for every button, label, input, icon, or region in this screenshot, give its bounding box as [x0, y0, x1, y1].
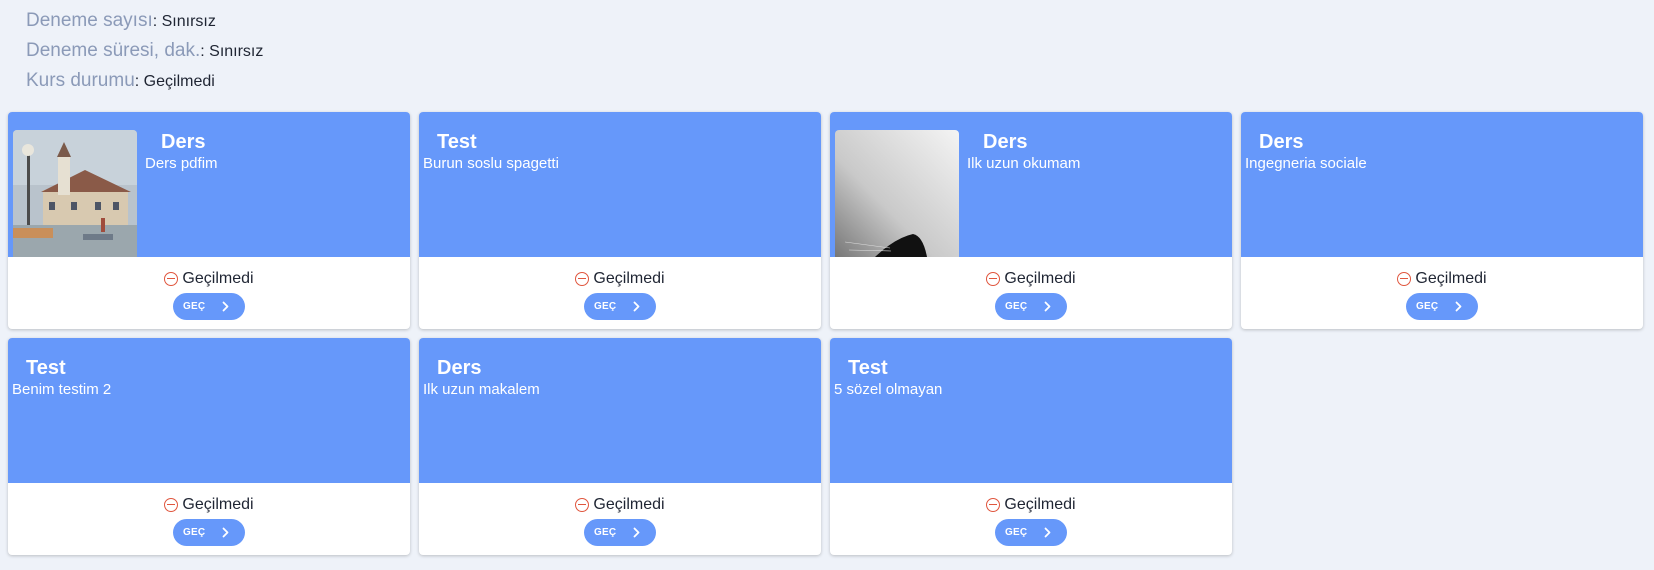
card-header: Test 5 sözel olmayan	[830, 338, 1232, 483]
lesson-card: Test 5 sözel olmayan Geçilmedi GEÇ	[830, 338, 1232, 555]
status-text: Geçilmedi	[1004, 270, 1076, 287]
go-button[interactable]: GEÇ	[995, 519, 1067, 546]
minus-circle-icon	[164, 498, 179, 512]
card-title: Ilk uzun makalem	[423, 381, 540, 398]
go-button-label: GEÇ	[1005, 301, 1028, 312]
chevron-right-icon	[631, 301, 642, 312]
card-title: Benim testim 2	[12, 381, 112, 398]
card-type: Ders	[437, 357, 482, 379]
card-header: Test Benim testim 2	[8, 338, 410, 483]
duration-value: : Sınırsız	[200, 43, 264, 60]
card-type: Ders	[161, 131, 206, 153]
card-title: Ingegneria sociale	[1245, 155, 1367, 172]
card-footer: Geçilmedi GEÇ	[830, 483, 1232, 555]
minus-circle-icon	[986, 272, 1001, 286]
card-heading: Test 5 sözel olmayan	[830, 338, 942, 483]
go-button-label: GEÇ	[183, 301, 206, 312]
go-button[interactable]: GEÇ	[584, 519, 656, 546]
course-info: Deneme sayısı: Sınırsız Deneme süresi, d…	[26, 6, 263, 96]
card-thumbnail	[835, 130, 959, 257]
card-footer: Geçilmedi GEÇ	[419, 483, 821, 555]
minus-circle-icon	[1397, 272, 1412, 286]
lesson-card-grid: Ders Ders pdfim Geçilmedi GEÇ Test Burun…	[8, 112, 1643, 555]
card-title: Burun soslu spagetti	[423, 155, 559, 172]
card-heading: Test Benim testim 2	[8, 338, 111, 483]
attempts-value: : Sınırsız	[152, 13, 216, 30]
lesson-card: Test Burun soslu spagetti Geçilmedi GEÇ	[419, 112, 821, 329]
card-header: Ders Ilk uzun makalem	[419, 338, 821, 483]
attempts-row: Deneme sayısı: Sınırsız	[26, 6, 263, 36]
status-text: Geçilmedi	[1004, 496, 1076, 513]
card-heading: Ders Ders pdfim	[137, 112, 218, 257]
course-status-label: Kurs durumu	[26, 70, 135, 91]
chevron-right-icon	[1042, 527, 1053, 538]
status-text: Geçilmedi	[1415, 270, 1487, 287]
card-status: Geçilmedi	[986, 495, 1076, 515]
card-status: Geçilmedi	[164, 495, 254, 515]
minus-circle-icon	[986, 498, 1001, 512]
chevron-right-icon	[220, 527, 231, 538]
card-title: 5 sözel olmayan	[834, 381, 943, 398]
lesson-card: Ders Ingegneria sociale Geçilmedi GEÇ	[1241, 112, 1643, 329]
card-type: Ders	[1259, 131, 1304, 153]
card-status: Geçilmedi	[575, 495, 665, 515]
course-status-value: : Geçilmedi	[134, 73, 215, 90]
status-text: Geçilmedi	[182, 496, 254, 513]
card-title: Ders pdfim	[145, 155, 218, 172]
minus-circle-icon	[575, 272, 590, 286]
card-header: Ders Ilk uzun okumam	[830, 112, 1232, 257]
card-footer: Geçilmedi GEÇ	[8, 483, 410, 555]
duration-row: Deneme süresi, dak.: Sınırsız	[26, 36, 263, 66]
card-type: Test	[848, 357, 888, 379]
card-header: Ders Ingegneria sociale	[1241, 112, 1643, 257]
go-button-label: GEÇ	[1005, 527, 1028, 538]
go-button[interactable]: GEÇ	[584, 293, 656, 320]
card-footer: Geçilmedi GEÇ	[8, 257, 410, 329]
go-button[interactable]: GEÇ	[173, 293, 245, 320]
card-status: Geçilmedi	[1397, 269, 1487, 289]
chevron-right-icon	[220, 301, 231, 312]
chevron-right-icon	[1453, 301, 1464, 312]
card-footer: Geçilmedi GEÇ	[830, 257, 1232, 329]
lesson-card: Test Benim testim 2 Geçilmedi GEÇ	[8, 338, 410, 555]
minus-circle-icon	[575, 498, 590, 512]
lesson-card: Ders Ilk uzun makalem Geçilmedi GEÇ	[419, 338, 821, 555]
go-button[interactable]: GEÇ	[1406, 293, 1478, 320]
card-heading: Ders Ilk uzun okumam	[959, 112, 1080, 257]
card-type: Test	[26, 357, 66, 379]
card-footer: Geçilmedi GEÇ	[1241, 257, 1643, 329]
card-header: Ders Ders pdfim	[8, 112, 410, 257]
lesson-card: Ders Ilk uzun okumam Geçilmedi GEÇ	[830, 112, 1232, 329]
go-button[interactable]: GEÇ	[173, 519, 245, 546]
card-status: Geçilmedi	[164, 269, 254, 289]
attempts-label: Deneme sayısı	[26, 10, 153, 31]
lesson-card: Ders Ders pdfim Geçilmedi GEÇ	[8, 112, 410, 329]
card-footer: Geçilmedi GEÇ	[419, 257, 821, 329]
go-button[interactable]: GEÇ	[995, 293, 1067, 320]
go-button-label: GEÇ	[1416, 301, 1439, 312]
minus-circle-icon	[164, 272, 179, 286]
card-thumbnail	[13, 130, 137, 257]
duration-label: Deneme süresi, dak.	[26, 40, 201, 61]
card-header: Test Burun soslu spagetti	[419, 112, 821, 257]
go-button-label: GEÇ	[594, 527, 617, 538]
card-title: Ilk uzun okumam	[967, 155, 1081, 172]
status-text: Geçilmedi	[593, 496, 665, 513]
chevron-right-icon	[631, 527, 642, 538]
card-heading: Ders Ingegneria sociale	[1241, 112, 1367, 257]
card-status: Geçilmedi	[575, 269, 665, 289]
status-text: Geçilmedi	[593, 270, 665, 287]
card-heading: Ders Ilk uzun makalem	[419, 338, 540, 483]
card-type: Ders	[983, 131, 1028, 153]
chevron-right-icon	[1042, 301, 1053, 312]
card-status: Geçilmedi	[986, 269, 1076, 289]
card-type: Test	[437, 131, 477, 153]
card-heading: Test Burun soslu spagetti	[419, 112, 559, 257]
course-status-row: Kurs durumu: Geçilmedi	[26, 66, 263, 96]
status-text: Geçilmedi	[182, 270, 254, 287]
go-button-label: GEÇ	[183, 527, 206, 538]
go-button-label: GEÇ	[594, 301, 617, 312]
